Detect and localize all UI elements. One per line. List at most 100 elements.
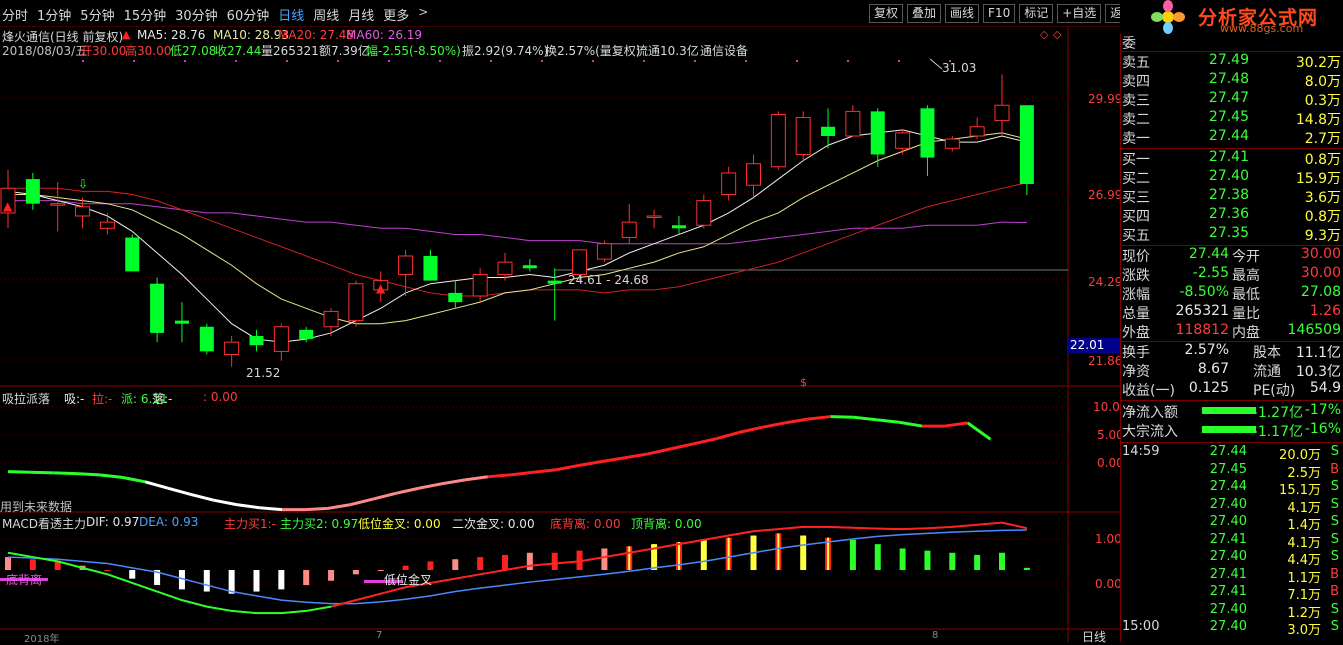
ask-price: 27.44: [1209, 128, 1249, 144]
period-tab[interactable]: 15分钟: [124, 5, 167, 24]
macd-main-segment: [629, 548, 654, 552]
tick-price: 27.41: [1210, 584, 1247, 599]
dot-mark: [337, 60, 339, 62]
tick-price: 27.40: [1210, 549, 1247, 564]
macd-bar: [129, 570, 135, 579]
macd-bar: [1024, 568, 1030, 570]
macd-main-segment: [604, 553, 629, 557]
indicator1-value: : 0.00: [203, 390, 238, 404]
period-tab[interactable]: 月线: [348, 5, 374, 24]
macd-main-segment: [754, 529, 779, 531]
quote-label: 涨幅: [1122, 284, 1150, 304]
dot-mark: [235, 60, 237, 62]
price-axis-label: 21.86: [1088, 354, 1122, 368]
indicator1-segment: [716, 432, 739, 438]
price-axis-label: 26.99: [1088, 188, 1122, 202]
indicator1-segment: [305, 508, 328, 509]
macd-bar: [5, 557, 11, 570]
macd-bar: [254, 570, 260, 592]
toolbar-button[interactable]: F10: [983, 4, 1015, 23]
indicator1-segment: [853, 417, 876, 420]
macd-main-segment: [207, 607, 232, 611]
dot-mark: [82, 60, 84, 62]
ask-price: 27.47: [1209, 90, 1249, 106]
dot-mark: [745, 60, 747, 62]
macd-main-segment: [182, 600, 207, 606]
chevron-right-icon[interactable]: >: [418, 5, 428, 24]
period-tab[interactable]: 30分钟: [175, 5, 218, 24]
quote-label: 内盘: [1232, 322, 1260, 342]
macd-main-segment: [927, 527, 952, 528]
toolbar-button[interactable]: +自选: [1057, 4, 1101, 23]
bid-label: 买二: [1122, 168, 1150, 188]
indicator1-segment: [648, 449, 671, 454]
quote-value: 146509: [1288, 322, 1341, 338]
indicator1-segment: [762, 423, 785, 427]
bid-volume: 15.9万: [1296, 168, 1341, 188]
candle-body: [896, 133, 910, 148]
tick-volume: 1.2万: [1287, 602, 1321, 621]
dot-mark: [184, 60, 186, 62]
bid-row: 买五27.359.3万: [1120, 225, 1343, 243]
tick-side: S: [1331, 514, 1339, 529]
macd-bar: [30, 559, 36, 570]
macd-bar-core: [678, 542, 680, 570]
x-axis-mark: 8: [932, 630, 938, 641]
macd-main-segment: [729, 531, 754, 535]
low-price-label: 21.52: [246, 366, 280, 380]
dot-mark: [541, 60, 543, 62]
bid-row: 买一27.410.8万: [1120, 149, 1343, 167]
indicator1-segment: [214, 500, 237, 504]
ask-row: 卖二27.4514.8万: [1120, 109, 1343, 127]
macd-bar: [527, 553, 533, 570]
quote-row: 总量265321量比1.26: [1120, 303, 1343, 321]
candle-body: [970, 127, 984, 136]
toolbar-button[interactable]: 画线: [945, 4, 979, 23]
indicator1-segment: [31, 472, 54, 473]
indicator1-segment: [945, 423, 968, 426]
period-tab[interactable]: 60分钟: [227, 5, 270, 24]
ask-label: 卖五: [1122, 52, 1150, 72]
candle-body: [672, 225, 686, 228]
macd-bar: [974, 555, 980, 570]
period-tab[interactable]: 更多: [383, 5, 409, 24]
period-tab[interactable]: 日线: [278, 5, 304, 24]
toolbar-button[interactable]: 叠加: [907, 4, 941, 23]
period-tab[interactable]: 1分钟: [37, 5, 71, 24]
toolbar-button[interactable]: 复权: [869, 4, 903, 23]
tick-volume: 7.1万: [1287, 584, 1321, 603]
bid-row: 买二27.4015.9万: [1120, 168, 1343, 186]
macd-bar: [278, 570, 284, 589]
tick-volume: 4.1万: [1287, 497, 1321, 516]
tick-side: S: [1331, 479, 1339, 494]
quote-value: 265321: [1176, 303, 1229, 319]
period-tab[interactable]: 分时: [2, 5, 28, 24]
quote-value: 30.00: [1301, 265, 1341, 281]
candle-body: [26, 179, 40, 204]
period-tab[interactable]: 周线: [313, 5, 339, 24]
indicator1-segment: [488, 475, 511, 477]
quote-row: 换手2.57%股本11.1亿: [1120, 342, 1343, 360]
macd-bar: [477, 557, 483, 570]
kline-chart[interactable]: ◇◇▲▲⇩: [0, 26, 1120, 642]
tick-row: 27.401.4万S: [1120, 514, 1343, 532]
tick-time: 14:59: [1122, 444, 1159, 459]
quote-row: 涨跌-2.55最高30.00: [1120, 265, 1343, 283]
indicator1-segment: [99, 475, 122, 478]
ask-price: 27.48: [1209, 71, 1249, 87]
indicator1-segment: [876, 420, 899, 423]
bid-label: 买一: [1122, 149, 1150, 169]
dot-mark: [592, 60, 594, 62]
indicator1-segment: [237, 505, 260, 508]
ask-row: 卖四27.488.0万: [1120, 71, 1343, 89]
quote-value: 27.08: [1301, 284, 1341, 300]
quote-label: 换手: [1122, 342, 1150, 362]
period-tab[interactable]: 5分钟: [80, 5, 114, 24]
macd-main-segment: [455, 574, 480, 578]
candle-body: [200, 327, 214, 352]
ask-row: 卖三27.470.3万: [1120, 90, 1343, 108]
flow-value: -1.17亿: [1253, 421, 1303, 441]
toolbar-button[interactable]: 标记: [1019, 4, 1053, 23]
quote-label: 最高: [1232, 265, 1260, 285]
macd-bar: [104, 570, 110, 571]
